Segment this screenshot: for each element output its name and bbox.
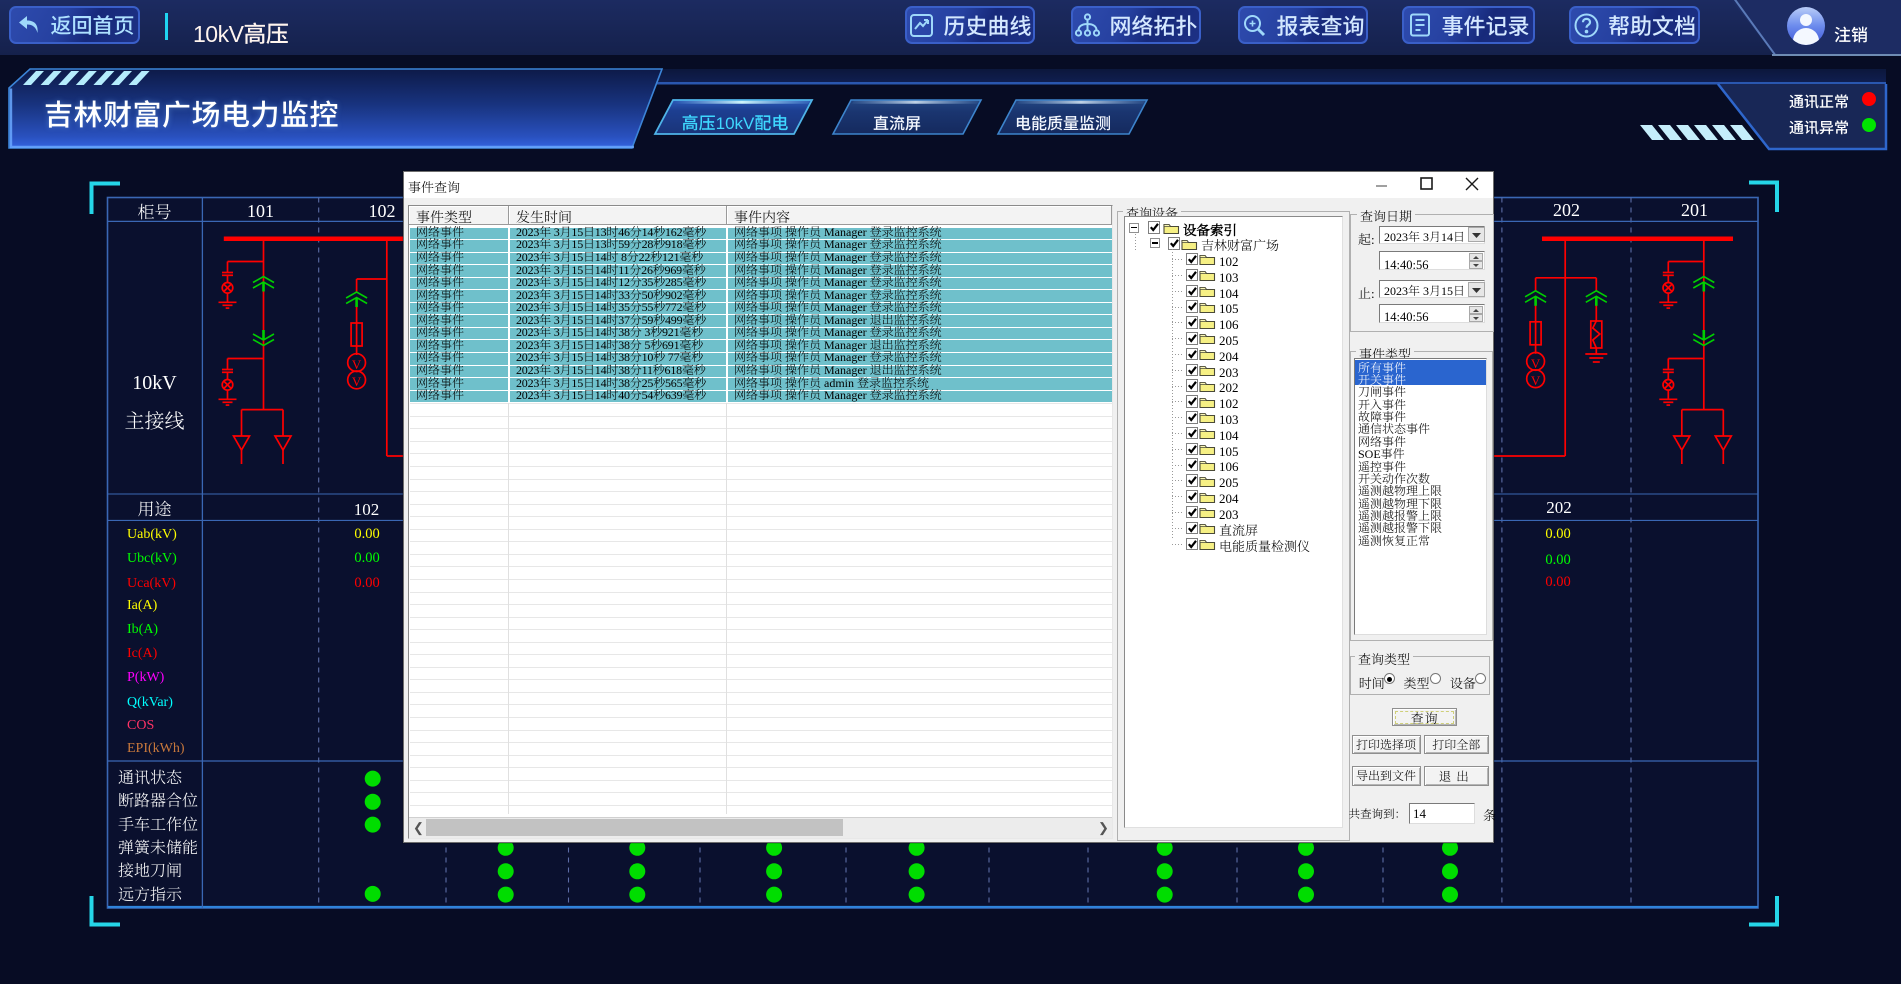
svg-text:V: V bbox=[352, 357, 362, 372]
svg-text:V: V bbox=[1531, 356, 1541, 371]
svg-text:V: V bbox=[1531, 373, 1541, 388]
svg-text:V: V bbox=[352, 374, 362, 389]
